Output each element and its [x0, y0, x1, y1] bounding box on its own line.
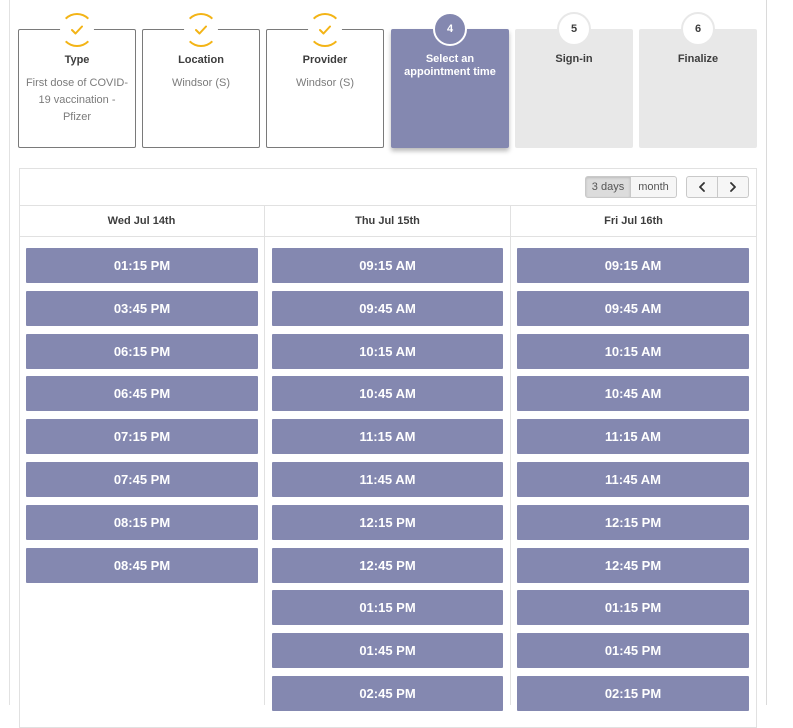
step-select-time: 4 Select an appointment time	[391, 12, 509, 148]
check-icon	[319, 25, 331, 35]
check-icon	[195, 25, 207, 35]
time-slot-button[interactable]: 01:45 PM	[272, 633, 503, 668]
time-slot-button[interactable]: 07:15 PM	[26, 419, 258, 454]
time-slot-button[interactable]: 09:15 AM	[272, 248, 503, 283]
time-slot-button[interactable]: 11:15 AM	[517, 419, 749, 454]
time-slot-button[interactable]: 10:15 AM	[517, 334, 749, 369]
step-3-title: Provider	[302, 54, 348, 66]
time-slot-button[interactable]: 02:45 PM	[272, 676, 503, 711]
previous-button[interactable]	[686, 176, 718, 198]
chevron-left-icon	[699, 182, 705, 192]
time-slot-button[interactable]: 03:45 PM	[26, 291, 258, 326]
time-slot-button[interactable]: 01:15 PM	[26, 248, 258, 283]
step-location[interactable]: Location Windsor (S)	[142, 13, 260, 148]
time-slot-button[interactable]: 09:45 AM	[517, 291, 749, 326]
column-divider	[510, 205, 511, 705]
time-slot-button[interactable]: 09:15 AM	[517, 248, 749, 283]
step-5-title: Sign-in	[555, 53, 593, 65]
step-finalize: 6 Finalize	[639, 12, 757, 148]
step-6-title: Finalize	[677, 53, 719, 65]
time-slot-button[interactable]: 12:45 PM	[272, 548, 503, 583]
time-slot-button[interactable]: 11:45 AM	[517, 462, 749, 497]
step-2-badge	[184, 13, 218, 47]
check-icon	[71, 25, 83, 35]
column-header-fri: Fri Jul 16th	[604, 215, 663, 227]
time-slot-button[interactable]: 11:45 AM	[272, 462, 503, 497]
time-slot-button[interactable]: 02:15 PM	[517, 676, 749, 711]
step-1-subtitle: First dose of COVID-19 vaccination - Pfi…	[25, 77, 129, 123]
step-4-title: Select an appointment time	[404, 53, 496, 78]
step-6-badge: 6	[681, 12, 715, 46]
time-slot-button[interactable]: 07:45 PM	[26, 462, 258, 497]
step-provider[interactable]: Provider Windsor (S)	[266, 13, 384, 148]
step-1-badge	[60, 13, 94, 47]
date-navigation	[686, 176, 749, 198]
month-view-button[interactable]: month	[631, 176, 677, 198]
time-slot-button[interactable]: 01:45 PM	[517, 633, 749, 668]
step-5-badge: 5	[557, 12, 591, 46]
step-type[interactable]: Type First dose of COVID-19 vaccination …	[18, 13, 136, 148]
next-button[interactable]	[718, 176, 749, 198]
time-slot-button[interactable]: 08:45 PM	[26, 548, 258, 583]
time-slot-button[interactable]: 08:15 PM	[26, 505, 258, 540]
time-slot-button[interactable]: 01:15 PM	[272, 590, 503, 625]
step-3-subtitle: Windsor (S)	[295, 77, 355, 89]
column-divider	[264, 205, 265, 705]
chevron-right-icon	[730, 182, 736, 192]
time-slot-button[interactable]: 09:45 AM	[272, 291, 503, 326]
page-left-border	[9, 0, 10, 705]
step-4-badge: 4	[433, 12, 467, 46]
step-sign-in: 5 Sign-in	[515, 12, 633, 148]
step-2-title: Location	[178, 54, 224, 66]
step-2-subtitle: Windsor (S)	[171, 77, 231, 89]
time-slot-button[interactable]: 10:15 AM	[272, 334, 503, 369]
time-slot-button[interactable]: 12:45 PM	[517, 548, 749, 583]
time-slot-button[interactable]: 12:15 PM	[517, 505, 749, 540]
time-slot-button[interactable]: 12:15 PM	[272, 505, 503, 540]
time-slot-button[interactable]: 10:45 AM	[517, 376, 749, 411]
page-right-scrollbar-edge	[766, 0, 767, 705]
step-3-badge	[308, 13, 342, 47]
column-header-thu: Thu Jul 15th	[355, 215, 420, 227]
view-toggle: 3 days month	[585, 176, 677, 198]
column-header-wed: Wed Jul 14th	[107, 215, 176, 227]
time-slot-button[interactable]: 06:45 PM	[26, 376, 258, 411]
time-slot-button[interactable]: 10:45 AM	[272, 376, 503, 411]
time-slot-button[interactable]: 11:15 AM	[272, 419, 503, 454]
step-1-title: Type	[64, 54, 90, 66]
time-slot-button[interactable]: 01:15 PM	[517, 590, 749, 625]
time-slot-button[interactable]: 06:15 PM	[26, 334, 258, 369]
three-days-view-button[interactable]: 3 days	[585, 176, 631, 198]
